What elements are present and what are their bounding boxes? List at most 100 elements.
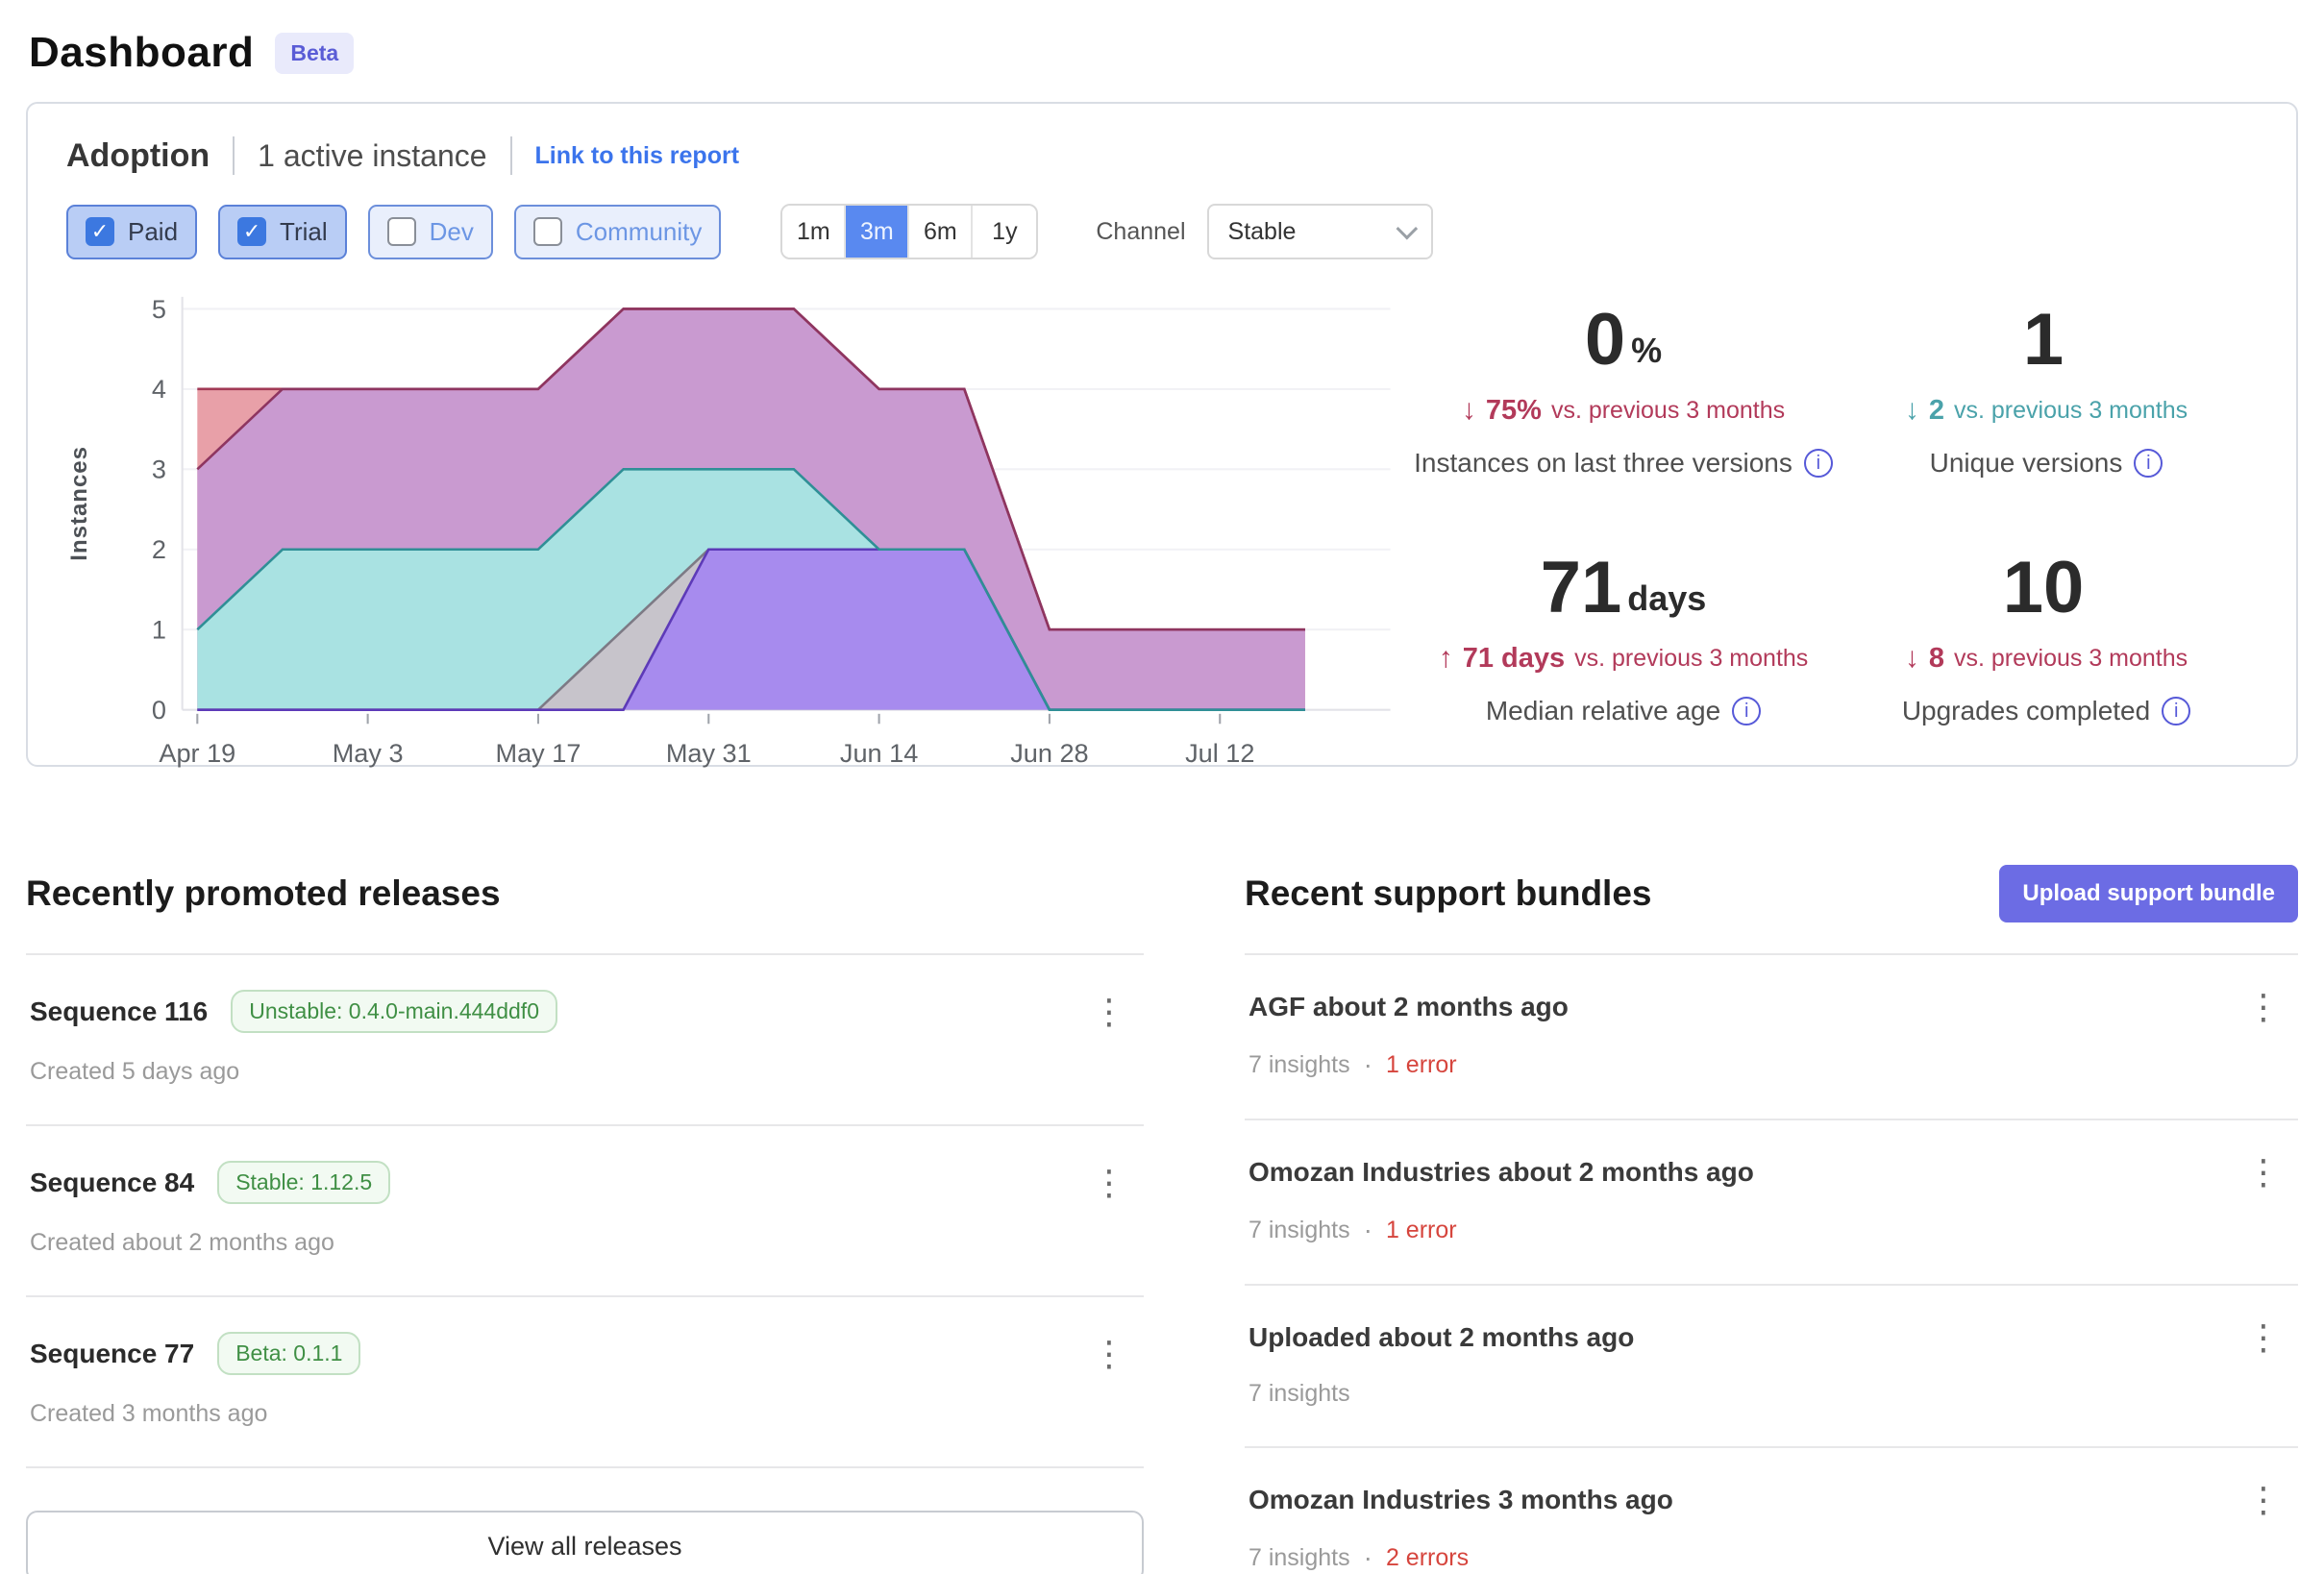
filter-checkbox-dev[interactable]: Dev (368, 205, 493, 259)
range-3m[interactable]: 3m (846, 206, 909, 258)
stat-upgrades-completed: 10 ↓ 8 vs. previous 3 months Upgrades co… (1835, 552, 2258, 726)
stat-delta: ↓ 8 vs. previous 3 months (1905, 642, 2188, 675)
release-created: Created 5 days ago (30, 1058, 239, 1086)
stat-value: 0 (1585, 304, 1625, 377)
svg-text:3: 3 (152, 455, 166, 484)
kebab-menu-icon[interactable] (2233, 1483, 2294, 1517)
release-created: Created 3 months ago (30, 1400, 267, 1428)
trend-arrow-icon: ↑ (1439, 642, 1453, 675)
delta-suffix: vs. previous 3 months (1551, 397, 1785, 425)
filter-checkbox-paid[interactable]: Paid (66, 205, 197, 259)
adoption-card: Adoption 1 active instance Link to this … (26, 102, 2298, 767)
svg-text:2: 2 (152, 534, 166, 564)
stat-value: 10 (2003, 552, 2085, 625)
svg-text:Jun 14: Jun 14 (840, 738, 918, 768)
filter-label: Dev (430, 217, 474, 247)
bundle-errors: 1 error (1386, 1217, 1457, 1244)
kebab-menu-icon[interactable] (1078, 995, 1140, 1029)
info-icon[interactable] (2162, 697, 2190, 726)
checkbox-icon (533, 217, 562, 246)
release-row-sequence-84[interactable]: Sequence 84 Stable: 1.12.5 Created about… (26, 1126, 1144, 1297)
bundle-errors: 2 errors (1386, 1544, 1469, 1572)
stat-median-relative-age: 71days ↑ 71 days vs. previous 3 months M… (1412, 552, 1835, 726)
info-icon[interactable] (1732, 697, 1761, 726)
channel-label: Channel (1096, 218, 1185, 246)
adoption-title: Adoption (66, 137, 210, 175)
bundle-row[interactable]: Uploaded about 2 months ago 7 insights (1245, 1286, 2298, 1448)
bundle-row[interactable]: AGF about 2 months ago 7 insights 1 erro… (1245, 955, 2298, 1120)
stat-unit (2084, 619, 2089, 625)
support-bundles-section: Recent support bundles Upload support bu… (1245, 859, 2298, 1574)
checkbox-icon (237, 217, 266, 246)
range-1m[interactable]: 1m (782, 206, 846, 258)
channel-selected-value: Stable (1228, 218, 1297, 246)
bundle-title: Omozan Industries about 2 months ago (1249, 1157, 1754, 1188)
delta-suffix: vs. previous 3 months (1574, 645, 1808, 673)
stat-value: 71 (1541, 552, 1622, 625)
checkbox-icon (387, 217, 416, 246)
bundle-title: AGF about 2 months ago (1249, 992, 1569, 1022)
active-instance-count: 1 active instance (258, 138, 486, 174)
svg-text:1: 1 (152, 615, 166, 645)
bundle-title: Omozan Industries 3 months ago (1249, 1485, 1673, 1515)
release-row-sequence-77[interactable]: Sequence 77 Beta: 0.1.1 Created 3 months… (26, 1297, 1144, 1468)
filter-label: Trial (280, 217, 328, 247)
bundle-insights: 7 insights (1249, 1380, 1350, 1408)
channel-select[interactable]: Stable (1207, 204, 1433, 259)
stat-instances-last-three-versions: 0% ↓ 75% vs. previous 3 months Instances… (1412, 304, 1835, 479)
delta-value: 2 (1929, 395, 1944, 427)
svg-text:Jun 28: Jun 28 (1010, 738, 1088, 768)
kebab-menu-icon[interactable] (1078, 1337, 1140, 1371)
stat-delta: ↑ 71 days vs. previous 3 months (1439, 642, 1809, 675)
filter-label: Community (576, 217, 702, 247)
stat-unit: days (1621, 578, 1706, 625)
bundle-errors: 1 error (1386, 1051, 1457, 1079)
trend-arrow-icon: ↓ (1905, 394, 1919, 427)
release-name: Sequence 116 (30, 996, 208, 1027)
bundle-row[interactable]: Omozan Industries about 2 months ago 7 i… (1245, 1120, 2298, 1286)
svg-text:Apr 19: Apr 19 (159, 738, 235, 768)
release-version-badge: Unstable: 0.4.0-main.444ddf0 (231, 990, 557, 1033)
svg-text:May 3: May 3 (333, 738, 404, 768)
kebab-menu-icon[interactable] (1078, 1166, 1140, 1200)
area-chart: 012345Apr 19May 3May 17May 31Jun 14Jun 2… (97, 279, 1400, 785)
stat-unit: % (1625, 331, 1662, 377)
kebab-menu-icon[interactable] (2233, 990, 2294, 1024)
bundles-heading: Recent support bundles (1245, 873, 1651, 914)
info-icon[interactable] (2134, 449, 2163, 478)
link-to-report[interactable]: Link to this report (535, 142, 740, 170)
release-row-sequence-116[interactable]: Sequence 116 Unstable: 0.4.0-main.444ddf… (26, 955, 1144, 1126)
trend-arrow-icon: ↓ (1462, 394, 1476, 427)
svg-text:5: 5 (152, 294, 166, 324)
checkbox-icon (86, 217, 114, 246)
view-all-releases-button[interactable]: View all releases (26, 1511, 1144, 1574)
bundle-insights: 7 insights (1249, 1217, 1350, 1244)
stat-unique-versions: 1 ↓ 2 vs. previous 3 months Unique versi… (1835, 304, 2258, 479)
stat-label: Unique versions (1930, 448, 2123, 479)
release-version-badge: Stable: 1.12.5 (217, 1161, 390, 1204)
beta-badge: Beta (275, 33, 354, 74)
bundle-insights: 7 insights (1249, 1544, 1350, 1572)
delta-suffix: vs. previous 3 months (1954, 645, 2188, 673)
recent-releases-section: Recently promoted releases Sequence 116 … (26, 859, 1144, 1574)
range-1y[interactable]: 1y (973, 206, 1036, 258)
kebab-menu-icon[interactable] (2233, 1320, 2294, 1355)
delta-value: 75% (1486, 395, 1542, 427)
stat-value: 1 (2023, 304, 2064, 377)
kebab-menu-icon[interactable] (2233, 1155, 2294, 1190)
releases-heading: Recently promoted releases (26, 873, 501, 914)
upload-support-bundle-button[interactable]: Upload support bundle (1999, 865, 2298, 922)
adoption-chart: Instances 012345Apr 19May 3May 17May 31J… (66, 279, 1412, 785)
range-6m[interactable]: 6m (909, 206, 973, 258)
bottom-sections: Recently promoted releases Sequence 116 … (26, 859, 2298, 1574)
filter-label: Paid (128, 217, 178, 247)
info-icon[interactable] (1804, 449, 1833, 478)
adoption-card-header: Adoption 1 active instance Link to this … (66, 136, 2258, 175)
dot-separator (1364, 1215, 1372, 1245)
delta-value: 71 days (1463, 643, 1565, 675)
filter-checkbox-trial[interactable]: Trial (218, 205, 347, 259)
filter-checkbox-community[interactable]: Community (514, 205, 721, 259)
bundle-insights: 7 insights (1249, 1051, 1350, 1079)
bundle-row[interactable]: Omozan Industries 3 months ago 7 insight… (1245, 1448, 2298, 1574)
page-title: Dashboard (29, 29, 254, 77)
